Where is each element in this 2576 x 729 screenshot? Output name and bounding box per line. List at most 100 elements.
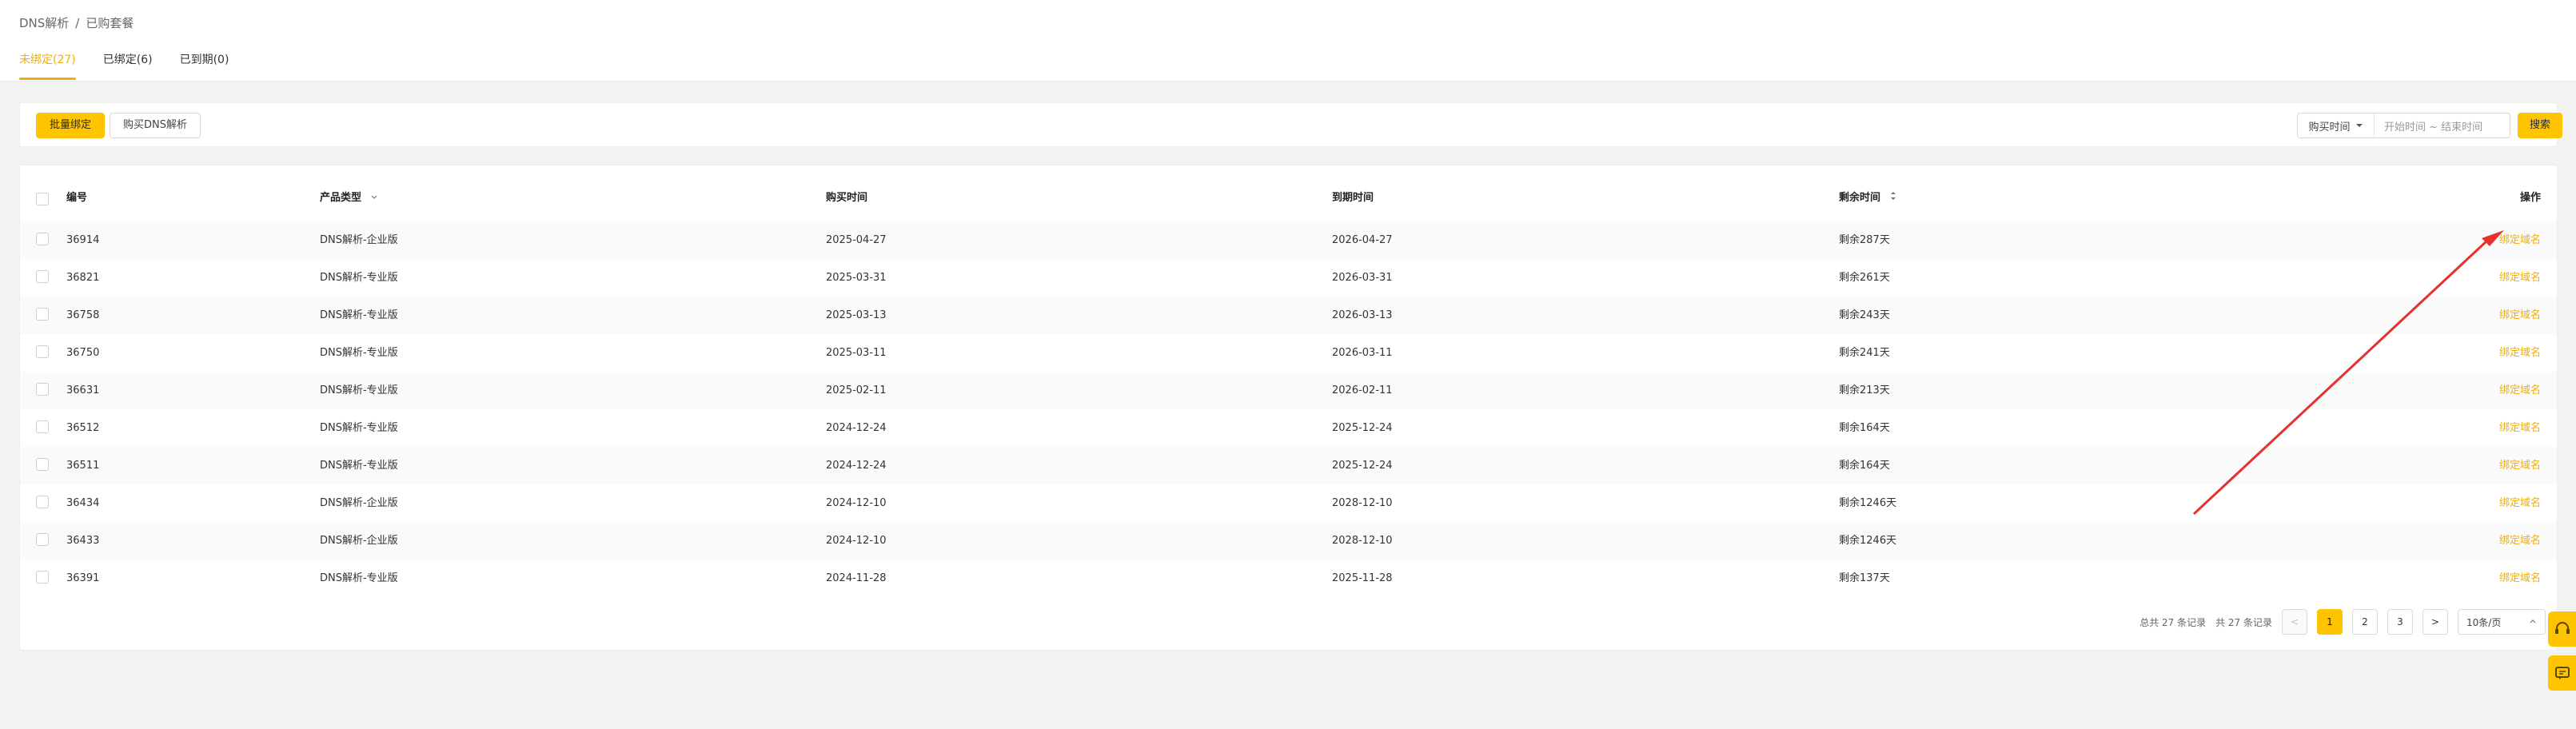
row-checkbox[interactable] bbox=[36, 383, 49, 396]
page-size-label: 10条/页 bbox=[2466, 616, 2502, 628]
bind-domain-link[interactable]: 绑定域名 bbox=[2499, 259, 2541, 297]
row-checkbox[interactable] bbox=[36, 571, 49, 584]
cell-purchase-time: 2025-02-11 bbox=[826, 384, 887, 396]
page-1-button[interactable]: 1 bbox=[2317, 609, 2343, 635]
cell-expire-time: 2025-11-28 bbox=[1332, 572, 1393, 584]
feedback-button[interactable] bbox=[2548, 655, 2576, 691]
cell-expire-time: 2028-12-10 bbox=[1332, 535, 1393, 547]
bind-domain-link[interactable]: 绑定域名 bbox=[2499, 484, 2541, 522]
filter-toolbar: 批量绑定 购买DNS解析 购买时间 开始时间 ~ 结束时间 搜索 bbox=[19, 102, 2563, 147]
cell-expire-time: 2026-03-11 bbox=[1332, 347, 1393, 359]
cell-id: 36631 bbox=[66, 384, 100, 396]
cell-product-type: DNS解析-企业版 bbox=[320, 497, 398, 509]
breadcrumb-current: 已购套餐 bbox=[86, 16, 134, 30]
table-row: 36758 DNS解析-专业版 2025-03-13 2026-03-13 剩余… bbox=[20, 297, 2557, 334]
header-remaining[interactable]: 剩余时间 bbox=[1839, 181, 1897, 215]
cell-remaining: 剩余1246天 bbox=[1839, 497, 1897, 509]
table-row: 36433 DNS解析-企业版 2024-12-10 2028-12-10 剩余… bbox=[20, 522, 2557, 560]
row-checkbox[interactable] bbox=[36, 233, 49, 245]
cell-product-type: DNS解析-企业版 bbox=[320, 234, 398, 246]
cell-remaining: 剩余137天 bbox=[1839, 572, 1890, 584]
top-header: DNS解析 / 已购套餐 未绑定(27) 已绑定(6) 已到期(0) bbox=[0, 0, 2576, 82]
cell-remaining: 剩余164天 bbox=[1839, 460, 1890, 472]
cell-id: 36821 bbox=[66, 272, 100, 284]
header-action: 操作 bbox=[2519, 192, 2541, 204]
bind-domain-link[interactable]: 绑定域名 bbox=[2499, 447, 2541, 484]
breadcrumb-root[interactable]: DNS解析 bbox=[19, 14, 69, 31]
bind-domain-link[interactable]: 绑定域名 bbox=[2499, 522, 2541, 560]
prev-page-button[interactable]: < bbox=[2282, 609, 2307, 635]
row-checkbox[interactable] bbox=[36, 458, 49, 471]
cell-remaining: 剩余287天 bbox=[1839, 234, 1890, 246]
table-row: 36821 DNS解析-专业版 2025-03-31 2026-03-31 剩余… bbox=[20, 259, 2557, 297]
cell-product-type: DNS解析-专业版 bbox=[320, 272, 398, 284]
cell-id: 36512 bbox=[66, 422, 100, 434]
tab-bound[interactable]: 已绑定(6) bbox=[103, 50, 153, 80]
chevron-down-icon bbox=[2355, 124, 2363, 127]
cell-id: 36758 bbox=[66, 309, 100, 321]
bind-domain-link[interactable]: 绑定域名 bbox=[2499, 372, 2541, 409]
cell-id: 36511 bbox=[66, 460, 100, 472]
customer-service-button[interactable] bbox=[2548, 611, 2576, 647]
row-checkbox[interactable] bbox=[36, 308, 49, 321]
cell-remaining: 剩余164天 bbox=[1839, 422, 1890, 434]
page-size-select[interactable]: 10条/页 bbox=[2458, 609, 2546, 635]
cell-remaining: 剩余243天 bbox=[1839, 309, 1890, 321]
cell-product-type: DNS解析-专业版 bbox=[320, 309, 398, 321]
buy-dns-button[interactable]: 购买DNS解析 bbox=[110, 113, 201, 138]
cell-purchase-time: 2025-03-11 bbox=[826, 347, 887, 359]
table-row: 36631 DNS解析-专业版 2025-02-11 2026-02-11 剩余… bbox=[20, 372, 2557, 409]
bind-domain-link[interactable]: 绑定域名 bbox=[2499, 409, 2541, 447]
cell-id: 36750 bbox=[66, 347, 100, 359]
remaining-label: 剩余时间 bbox=[1839, 192, 1881, 204]
headset-icon bbox=[2555, 622, 2570, 634]
message-icon bbox=[2555, 667, 2570, 679]
breadcrumb-separator: / bbox=[75, 15, 80, 30]
cell-purchase-time: 2024-12-10 bbox=[826, 497, 887, 509]
table-row: 36750 DNS解析-专业版 2025-03-11 2026-03-11 剩余… bbox=[20, 334, 2557, 372]
cell-purchase-time: 2024-11-28 bbox=[826, 572, 887, 584]
bind-domain-link[interactable]: 绑定域名 bbox=[2499, 560, 2541, 597]
bind-domain-link[interactable]: 绑定域名 bbox=[2499, 334, 2541, 372]
table-row: 36512 DNS解析-专业版 2024-12-24 2025-12-24 剩余… bbox=[20, 409, 2557, 447]
purchase-time-range[interactable]: 购买时间 开始时间 ~ 结束时间 bbox=[2297, 113, 2510, 138]
select-all-checkbox[interactable] bbox=[36, 193, 49, 205]
total-records: 总共 27 条记录 bbox=[2139, 616, 2207, 628]
cell-id: 36914 bbox=[66, 234, 100, 246]
bind-domain-link[interactable]: 绑定域名 bbox=[2499, 221, 2541, 259]
page-3-button[interactable]: 3 bbox=[2387, 609, 2413, 635]
package-table: 编号 产品类型 购买时间 到期时间 剩余时间 操作 36914 DNS解析-企业… bbox=[19, 165, 2558, 651]
range-type-label: 购买时间 bbox=[2308, 121, 2351, 133]
chevron-up-icon bbox=[2530, 619, 2536, 623]
row-checkbox[interactable] bbox=[36, 420, 49, 433]
cell-id: 36433 bbox=[66, 535, 100, 547]
table-row: 36391 DNS解析-专业版 2024-11-28 2025-11-28 剩余… bbox=[20, 560, 2557, 597]
bulk-bind-button[interactable]: 批量绑定 bbox=[36, 113, 106, 138]
bind-domain-link[interactable]: 绑定域名 bbox=[2499, 297, 2541, 334]
search-button[interactable]: 搜索 bbox=[2518, 113, 2563, 138]
tab-unbound[interactable]: 未绑定(27) bbox=[19, 50, 76, 80]
next-page-button[interactable]: > bbox=[2422, 609, 2448, 635]
table-row: 36511 DNS解析-专业版 2024-12-24 2025-12-24 剩余… bbox=[20, 447, 2557, 484]
cell-expire-time: 2026-04-27 bbox=[1332, 234, 1393, 246]
cell-remaining: 剩余241天 bbox=[1839, 347, 1890, 359]
tab-expired[interactable]: 已到期(0) bbox=[180, 50, 229, 80]
date-range-input[interactable]: 开始时间 ~ 结束时间 bbox=[2384, 118, 2482, 133]
cell-remaining: 剩余213天 bbox=[1839, 384, 1890, 396]
range-type-select[interactable]: 购买时间 bbox=[2298, 114, 2375, 137]
cell-id: 36434 bbox=[66, 497, 100, 509]
row-checkbox[interactable] bbox=[36, 270, 49, 283]
cell-remaining: 剩余1246天 bbox=[1839, 535, 1897, 547]
table-row: 36434 DNS解析-企业版 2024-12-10 2028-12-10 剩余… bbox=[20, 484, 2557, 522]
header-purchase-time: 购买时间 bbox=[826, 192, 868, 204]
cell-purchase-time: 2024-12-10 bbox=[826, 535, 887, 547]
cell-expire-time: 2025-12-24 bbox=[1332, 460, 1393, 472]
cell-purchase-time: 2024-12-24 bbox=[826, 422, 887, 434]
row-checkbox[interactable] bbox=[36, 496, 49, 508]
sort-icon bbox=[1890, 192, 1896, 200]
page-2-button[interactable]: 2 bbox=[2352, 609, 2378, 635]
row-checkbox[interactable] bbox=[36, 345, 49, 358]
header-product-type[interactable]: 产品类型 bbox=[320, 181, 378, 215]
row-checkbox[interactable] bbox=[36, 533, 49, 546]
tabs: 未绑定(27) 已绑定(6) 已到期(0) bbox=[19, 50, 229, 80]
